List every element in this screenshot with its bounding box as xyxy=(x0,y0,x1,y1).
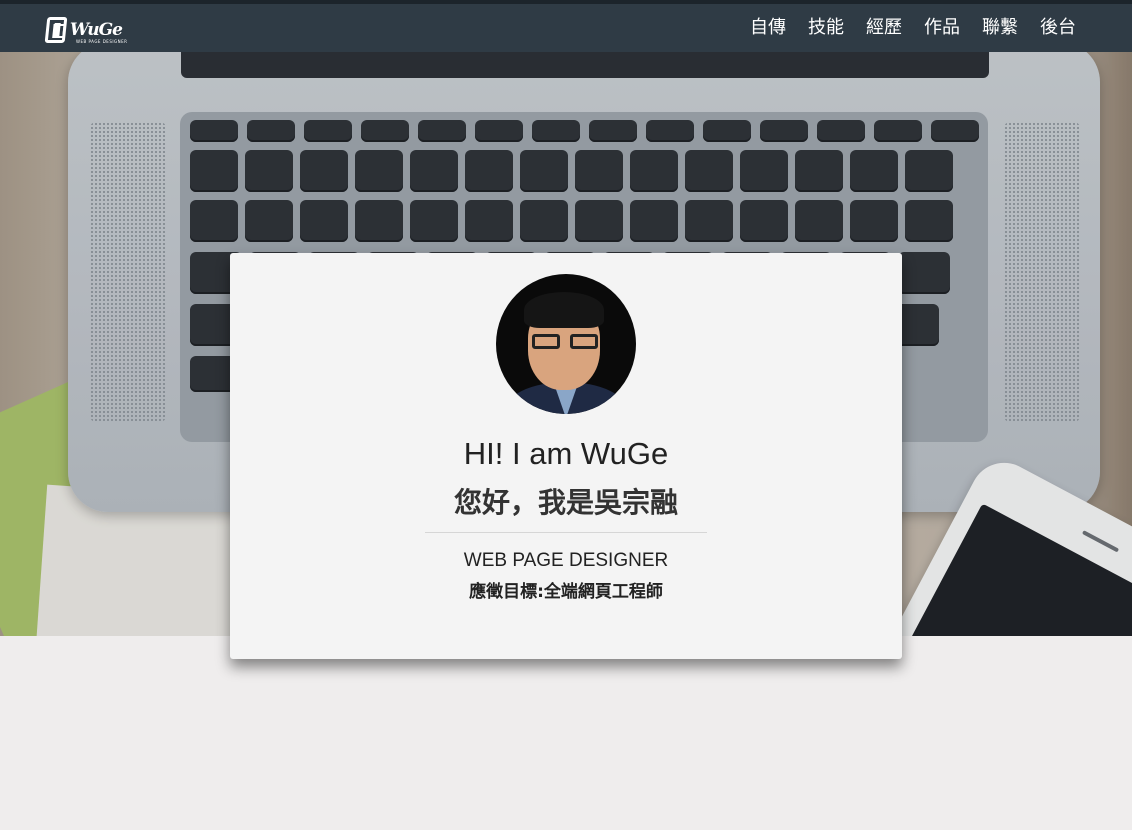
logo-text: WuGe xyxy=(69,20,123,40)
avatar xyxy=(496,274,636,414)
brand-logo[interactable]: WuGe WEB PAGE DESIGNER xyxy=(44,14,127,46)
avatar-hair xyxy=(524,292,604,328)
profile-card: HI! I am WuGe 您好，我是吳宗融 WEB PAGE DESIGNER… xyxy=(230,253,902,659)
nav-item-works[interactable]: 作品 xyxy=(924,16,960,40)
main-nav: 自傳 技能 經歷 作品 聯繫 後台 xyxy=(728,16,1076,40)
nav-item-contact[interactable]: 聯繫 xyxy=(982,16,1018,40)
logo-subtitle: WEB PAGE DESIGNER xyxy=(76,39,128,44)
greeting-english: HI! I am WuGe xyxy=(463,436,669,471)
nav-item-skills[interactable]: 技能 xyxy=(808,16,844,40)
job-title: WEB PAGE DESIGNER xyxy=(463,550,669,571)
top-nav-bar: WuGe WEB PAGE DESIGNER 自傳 技能 經歷 作品 聯繫 後台 xyxy=(0,0,1132,52)
logo-icon xyxy=(44,17,68,43)
nav-item-admin[interactable]: 後台 xyxy=(1040,16,1076,40)
avatar-glasses xyxy=(532,334,598,350)
greeting-chinese: 您好，我是吳宗融 xyxy=(453,486,678,519)
nav-item-autobiography[interactable]: 自傳 xyxy=(750,16,786,40)
career-goal: 應徵目標:全端網頁工程師 xyxy=(469,582,663,602)
divider xyxy=(425,532,707,533)
nav-item-experience[interactable]: 經歷 xyxy=(866,16,902,40)
